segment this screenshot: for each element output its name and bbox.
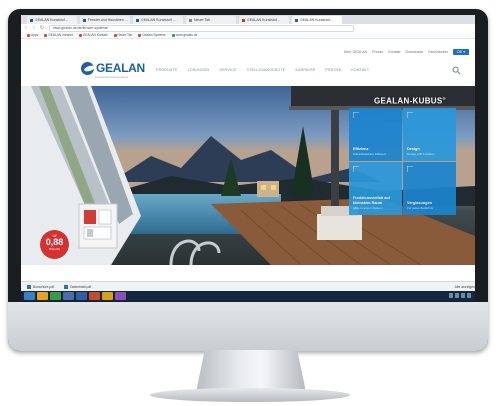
- favicon-icon: [189, 18, 192, 22]
- monitor-chin: [8, 302, 488, 351]
- bookmark[interactable]: GEALAN Intranet: [44, 33, 73, 37]
- download-item[interactable]: Broschüre.pdf: [27, 285, 54, 289]
- folder-icon[interactable]: [102, 292, 113, 300]
- tray-icon[interactable]: [455, 293, 459, 298]
- logo-mark-icon: [81, 61, 94, 75]
- search-icon[interactable]: [452, 66, 461, 75]
- nav-item-karriere[interactable]: KARRIERE: [295, 68, 315, 72]
- download-item[interactable]: Datenblatt.pdf: [64, 285, 91, 289]
- nav-item-kontakt[interactable]: KONTAKT: [351, 68, 369, 72]
- top-navigation: Über GEALAN Presse Kontakt Downloads Fac…: [344, 49, 469, 55]
- topnav-link[interactable]: Kontakt: [388, 50, 400, 54]
- corner-arrow-icon: [407, 112, 413, 118]
- bookmark[interactable]: Neuer Tab: [113, 33, 132, 37]
- system-tray: [449, 293, 471, 298]
- url-input[interactable]: www.gealan.de/de/fenster-systeme/: [49, 24, 354, 32]
- web-page: GEALAN Kunststoff-Fenstersysteme PRODUKT…: [21, 39, 475, 281]
- app-icon[interactable]: [115, 292, 126, 300]
- kubus-tile-efficiency[interactable]: Effizienz Zukunftssichere Effizienz: [349, 108, 402, 161]
- browser-tab-active[interactable]: GEALAN Kunststof...: [292, 16, 342, 24]
- registered-mark: ®: [442, 96, 446, 101]
- chrome-icon[interactable]: [50, 292, 61, 300]
- hero-banner: Uf 0,88 W/(m²K) GEALAN-KUBUS® Effizienz …: [21, 86, 475, 265]
- bookmark-icon: [113, 33, 117, 37]
- nav-item-service[interactable]: SERVICE: [219, 68, 236, 72]
- browser-tab[interactable]: GEALAN Kunststof...: [239, 16, 289, 24]
- browser-tab[interactable]: Neuer Tab: [186, 16, 236, 24]
- bookmark[interactable]: Apps: [27, 33, 38, 37]
- main-navigation: PRODUKTE LÖSUNGEN SERVICE STELLENANGEBOT…: [156, 68, 369, 72]
- bookmark[interactable]: GEALAN Kontakt: [78, 33, 108, 37]
- browser-tab[interactable]: GEALAN Kunststoff ...: [133, 16, 183, 24]
- monitor-stand-neck: [196, 350, 306, 392]
- bookmark-icon: [27, 33, 30, 37]
- corner-arrow-icon: [353, 112, 359, 118]
- os-taskbar: [21, 291, 475, 301]
- nav-item-loesungen[interactable]: LÖSUNGEN: [188, 68, 210, 72]
- topnav-link[interactable]: Presse: [372, 50, 383, 54]
- kubus-tile-glazing[interactable]: Verglasungen Für jedes Bedürfnis: [403, 162, 456, 215]
- bookmark-icon: [138, 33, 142, 37]
- show-all-downloads-link[interactable]: Alle anzeigen: [455, 285, 475, 289]
- topnav-link[interactable]: Downloads: [405, 50, 423, 54]
- bookmark[interactable]: www.gealan.de: [171, 33, 197, 37]
- back-icon[interactable]: ‹: [23, 25, 29, 31]
- reload-icon[interactable]: ↻: [39, 25, 45, 31]
- browser-tab-bar: GEALAN Kunststof... Fenster und Haustüre…: [21, 15, 475, 24]
- kubus-tile-design[interactable]: Design Design trifft Funktion: [403, 108, 456, 161]
- window-profile-image: [21, 86, 141, 265]
- nav-item-produkte[interactable]: PRODUKTE: [156, 68, 178, 72]
- bookmark-icon: [78, 33, 82, 37]
- language-button[interactable]: DE ▾: [453, 49, 469, 55]
- tagline: Kunststoff-Fenstersysteme: [95, 75, 129, 79]
- topnav-link[interactable]: Fachhändler: [428, 50, 448, 54]
- bookmarks-bar: Apps GEALAN Intranet GEALAN Kontakt Neue…: [21, 32, 475, 39]
- browser-tab[interactable]: GEALAN Kunststof...: [27, 16, 77, 24]
- file-icon: [27, 285, 31, 289]
- site-header: GEALAN Kunststoff-Fenstersysteme PRODUKT…: [21, 56, 475, 86]
- topnav-link[interactable]: Über GEALAN: [344, 50, 367, 54]
- bookmark-icon: [44, 33, 48, 37]
- file-icon: [64, 285, 69, 289]
- tray-icon[interactable]: [461, 293, 465, 298]
- start-icon[interactable]: [24, 292, 35, 300]
- word-icon[interactable]: [76, 292, 87, 300]
- u-value-badge: Uf 0,88 W/(m²K): [40, 230, 69, 259]
- browser-tab[interactable]: Fenster und Haustüren ...: [80, 16, 130, 24]
- nav-item-stellenangebote[interactable]: STELLENANGEBOTE: [246, 68, 285, 72]
- favicon-icon: [30, 18, 33, 22]
- tray-icon[interactable]: [449, 293, 453, 298]
- favicon-icon: [295, 18, 298, 22]
- favicon-icon: [242, 18, 245, 22]
- favicon-icon: [136, 18, 139, 22]
- gealan-logo[interactable]: GEALAN: [81, 61, 145, 75]
- favicon-icon: [83, 18, 86, 22]
- forward-icon[interactable]: ›: [31, 25, 37, 31]
- monitor: GEALAN Kunststof... Fenster und Haustüre…: [8, 9, 488, 351]
- nav-item-presse[interactable]: PRESSE: [325, 68, 341, 72]
- explorer-icon[interactable]: [37, 292, 48, 300]
- powerpoint-icon[interactable]: [89, 292, 100, 300]
- tray-icon[interactable]: [467, 293, 471, 298]
- corner-arrow-icon: [407, 166, 413, 172]
- monitor-stand-base: [150, 388, 350, 402]
- corner-arrow-icon: [353, 166, 359, 172]
- screen: GEALAN Kunststof... Fenster und Haustüre…: [21, 15, 475, 301]
- kubus-tile-functionality[interactable]: Funktionsvielfalt auf kleinstem Raum All…: [349, 162, 402, 215]
- outlook-icon[interactable]: [63, 292, 74, 300]
- kubus-title: GEALAN-KUBUS®: [374, 96, 446, 106]
- bookmark[interactable]: Gealan Systeme: [138, 33, 166, 37]
- bookmark-icon: [171, 33, 175, 37]
